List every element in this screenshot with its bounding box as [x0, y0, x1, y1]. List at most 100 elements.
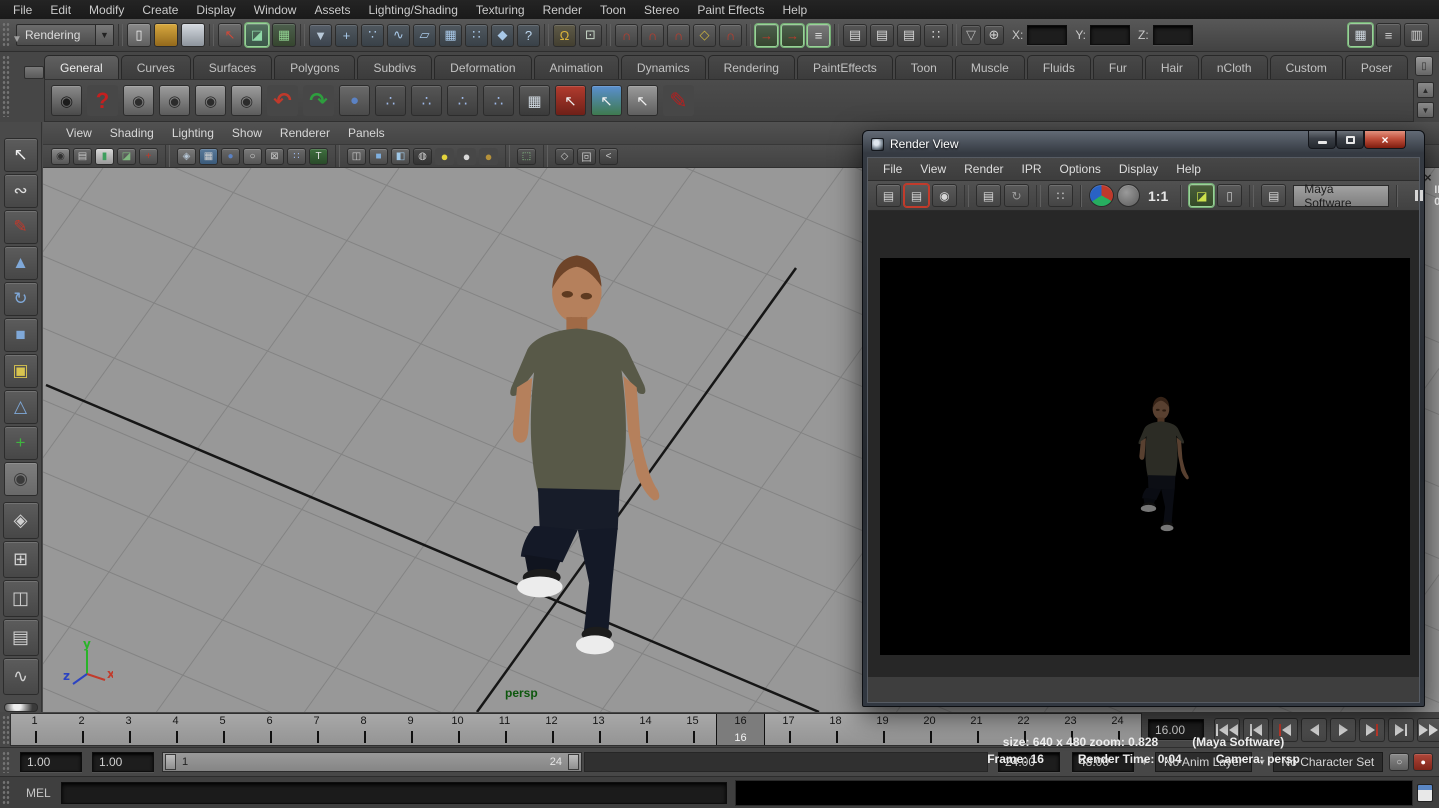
rv-render-region-icon[interactable]: ▤: [904, 184, 929, 207]
menu-file[interactable]: File: [4, 1, 41, 19]
shelf-tab-fur[interactable]: Fur: [1093, 55, 1143, 79]
help-question-icon[interactable]: ?: [87, 85, 118, 116]
snap-surface-icon[interactable]: ∩: [719, 24, 742, 47]
image-plane-icon[interactable]: ◪: [117, 148, 136, 165]
go-to-end-button[interactable]: [1417, 718, 1439, 742]
absolute-transform-icon[interactable]: ⊕: [984, 25, 1004, 45]
x-coordinate-field[interactable]: [1027, 25, 1067, 45]
minimize-button[interactable]: [1308, 131, 1336, 149]
wire-cube-icon[interactable]: ◇: [555, 148, 574, 165]
select-red-cube-icon[interactable]: ↖: [555, 85, 586, 116]
mask-deformations-icon[interactable]: ▦: [439, 24, 462, 47]
render-settings-icon[interactable]: ∷: [924, 24, 948, 47]
lasso-tool-icon[interactable]: ∾: [4, 174, 38, 208]
rv-render-icon[interactable]: ▤: [876, 184, 901, 207]
select-tool-icon[interactable]: ↖: [4, 138, 38, 172]
panel-close-icon[interactable]: ×: [1424, 170, 1432, 185]
rotate-tool-icon[interactable]: ↻: [4, 282, 38, 316]
rv-region-dots-icon[interactable]: ∷: [1048, 184, 1073, 207]
maximize-button[interactable]: [1336, 131, 1364, 149]
input-field-menu-icon[interactable]: ▽: [961, 25, 981, 45]
paint-select-tool-icon[interactable]: ✎: [4, 210, 38, 244]
select-component-icon[interactable]: ▦: [272, 23, 296, 47]
textured-cube-icon[interactable]: ◧: [391, 148, 410, 165]
shelf-tab-ncloth[interactable]: nCloth: [1201, 55, 1268, 79]
command-feedback-output[interactable]: [735, 780, 1413, 806]
menu-create[interactable]: Create: [133, 1, 187, 19]
rv-remove-image-icon[interactable]: ▯: [1217, 184, 1242, 207]
shelf-trash-icon[interactable]: ▯: [1415, 56, 1433, 76]
output-connections-icon[interactable]: →: [781, 24, 804, 47]
frame-11[interactable]: 11: [481, 714, 528, 745]
shelf-tab-hair[interactable]: Hair: [1145, 55, 1199, 79]
open-scene-icon[interactable]: [154, 23, 178, 47]
render-view-titlebar[interactable]: Render View ×: [863, 131, 1424, 157]
shelf-tab-fluids[interactable]: Fluids: [1027, 55, 1091, 79]
channel-box-toggle-icon[interactable]: ▥: [1404, 23, 1429, 47]
rv-snapshot-icon[interactable]: ◉: [932, 184, 957, 207]
redo-arrow-icon[interactable]: ↷: [303, 85, 334, 116]
layout-graph-pane-icon[interactable]: ∿: [3, 658, 39, 695]
snap-view-plane-icon[interactable]: ◇: [693, 24, 716, 47]
rv-refresh-icon[interactable]: ↻: [1004, 184, 1029, 207]
menu-modify[interactable]: Modify: [80, 1, 133, 19]
flat-shade-icon[interactable]: ○: [243, 148, 262, 165]
mask-misc-icon[interactable]: ?: [517, 24, 540, 47]
yellow-light-icon[interactable]: ●: [435, 148, 454, 165]
command-grip[interactable]: [2, 780, 10, 804]
shelf-tab-polygons[interactable]: Polygons: [274, 55, 355, 79]
layout-two-pane-icon[interactable]: ◫: [3, 580, 39, 617]
animation-start-field[interactable]: [20, 752, 82, 772]
snap-curve-icon[interactable]: ∩: [641, 24, 664, 47]
character-model[interactable]: [479, 243, 669, 661]
ipr-render-icon[interactable]: ▤: [897, 24, 921, 47]
y-coordinate-field[interactable]: [1090, 25, 1130, 45]
range-slider[interactable]: 1 24: [162, 752, 582, 772]
mel-label[interactable]: MEL: [26, 786, 51, 800]
scale-tool-icon[interactable]: ■: [4, 318, 38, 352]
shelf-grip[interactable]: [2, 55, 10, 117]
snap-grid-icon[interactable]: ∩: [615, 24, 638, 47]
rv-menu-view[interactable]: View: [911, 160, 955, 178]
select-object-icon[interactable]: ◪: [245, 23, 269, 47]
selection-mask-menu-icon[interactable]: ▼: [309, 24, 332, 47]
frame-4[interactable]: 4: [152, 714, 199, 745]
pause-ipr-button[interactable]: [1415, 190, 1423, 201]
menu-window[interactable]: Window: [245, 1, 306, 19]
mask-curves-icon[interactable]: ∿: [387, 24, 410, 47]
panel-menu-show[interactable]: Show: [223, 124, 271, 142]
shelf-tab-painteffects[interactable]: PaintEffects: [797, 55, 893, 79]
rendered-image[interactable]: [880, 258, 1410, 655]
frame-12[interactable]: 12: [528, 714, 575, 745]
panel-menu-lighting[interactable]: Lighting: [163, 124, 223, 142]
frame-10[interactable]: 10: [434, 714, 481, 745]
mask-surfaces-icon[interactable]: ▱: [413, 24, 436, 47]
menu-edit[interactable]: Edit: [41, 1, 80, 19]
show-manipulator-tool-icon[interactable]: +: [4, 426, 38, 460]
rv-keep-image-icon[interactable]: ◪: [1189, 184, 1214, 207]
select-hierarchy-icon[interactable]: ↖: [218, 23, 242, 47]
default-material-icon[interactable]: ◫: [347, 148, 366, 165]
rv-menu-ipr[interactable]: IPR: [1013, 160, 1051, 178]
last-tool-camera-icon[interactable]: ◉: [4, 462, 38, 496]
select-green-cube-icon[interactable]: ↖: [591, 85, 622, 116]
range-start-handle[interactable]: [165, 754, 176, 770]
frame-3[interactable]: 3: [105, 714, 152, 745]
cluster-single-icon[interactable]: ∴: [447, 85, 478, 116]
cluster-group-icon[interactable]: ∴: [411, 85, 442, 116]
white-light-icon[interactable]: ●: [457, 148, 476, 165]
shelf-tab-subdivs[interactable]: Subdivs: [357, 55, 432, 79]
menu-display[interactable]: Display: [187, 1, 244, 19]
close-button[interactable]: ×: [1364, 131, 1406, 149]
snap-to-camera-icon[interactable]: ◉: [51, 148, 70, 165]
shelf-scroll-down-icon[interactable]: ▼: [1417, 102, 1434, 118]
input-connections-icon[interactable]: →: [755, 24, 778, 47]
use-all-lights-icon[interactable]: ◍: [413, 148, 432, 165]
menu-texturing[interactable]: Texturing: [467, 1, 534, 19]
cluster-pair-icon[interactable]: ∴: [483, 85, 514, 116]
shaded-sphere-icon[interactable]: ●: [221, 148, 240, 165]
shelf-scroll-up-icon[interactable]: ▲: [1417, 82, 1434, 98]
frame-5[interactable]: 5: [199, 714, 246, 745]
rv-menu-render[interactable]: Render: [955, 160, 1012, 178]
hypergraph-icon[interactable]: ▦: [519, 85, 550, 116]
